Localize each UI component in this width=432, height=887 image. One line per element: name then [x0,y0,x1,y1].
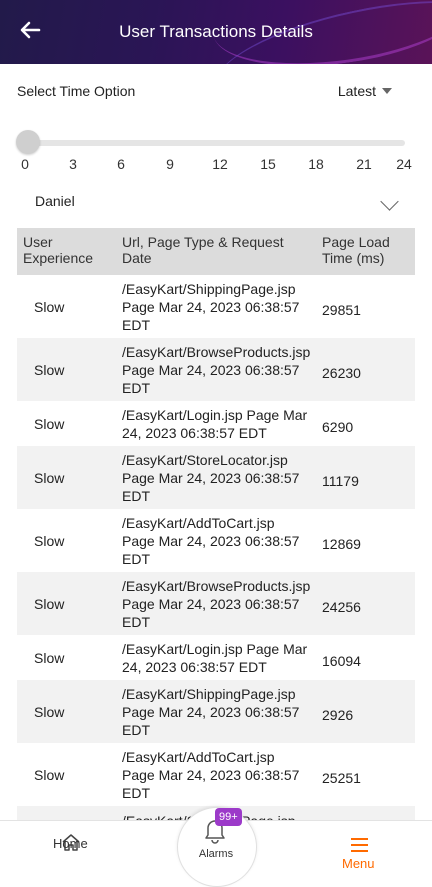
url-cell: /EasyKart/Login.jsp Page Mar 24, 2023 06… [122,406,308,441]
table-row[interactable]: Slow/EasyKart/AddToCart.jsp Page Mar 24,… [17,743,415,806]
load-time-cell: 11179 [322,472,359,489]
table-header: User Experience Url, Page Type & Request… [17,228,415,275]
experience-cell: Slow [34,649,65,666]
experience-cell: Slow [34,361,65,378]
caret-down-icon[interactable] [382,88,392,94]
column-header: User Experience [23,234,94,266]
experience-cell: Slow [34,766,65,783]
experience-cell: Slow [34,595,65,612]
time-option-label: Select Time Option [17,83,136,99]
table-row[interactable]: Slow/EasyKart/BrowseProducts.jsp Page Ma… [17,338,415,401]
time-option-select[interactable]: Latest [338,83,376,99]
load-time-cell: 25251 [322,769,361,786]
menu-nav-label[interactable]: Menu [342,856,375,871]
table-row[interactable]: Slow/EasyKart/Login.jsp Page Mar 24, 202… [17,401,415,446]
app-header: User Transactions Details [0,0,432,64]
time-slider-track[interactable] [27,140,405,146]
slider-tick-label: 0 [21,156,29,172]
url-cell: /EasyKart/StoreLocator.jsp Page Mar 24, … [122,451,300,504]
page-title: User Transactions Details [119,22,313,41]
url-cell: /EasyKart/AddToCart.jsp Page Mar 24, 202… [122,514,300,567]
user-select[interactable]: Daniel [35,193,75,209]
experience-cell: Slow [34,532,65,549]
menu-icon[interactable] [351,838,368,856]
load-time-cell: 6290 [322,418,354,435]
url-cell: /EasyKart/BrowseProducts.jsp Page Mar 24… [122,577,311,630]
experience-cell: Slow [34,298,65,315]
url-cell: /EasyKart/Login.jsp Page Mar 24, 2023 06… [122,640,308,675]
alarms-count-badge: 99+ [215,808,242,826]
load-time-cell: 2926 [322,706,354,723]
slider-tick-label: 9 [166,156,174,172]
url-cell: /EasyKart/AddToCart.jsp Page Mar 24, 202… [122,748,300,801]
slider-tick-label: 24 [396,156,412,172]
table-row[interactable]: Slow/EasyKart/BrowseProducts.jsp Page Ma… [17,572,415,635]
url-cell: /EasyKart/ShippingPage.jsp Page Mar 24, … [122,685,300,738]
table-row[interactable]: Slow/EasyKart/ShippingPage.jsp Page Mar … [17,680,415,743]
column-header: Url, Page Type & Request Date [122,234,284,266]
experience-cell: Slow [34,469,65,486]
url-cell: /EasyKart/BrowseProducts.jsp Page Mar 24… [122,343,311,396]
experience-cell: Slow [34,703,65,720]
experience-cell: Slow [34,415,65,432]
table-row[interactable]: Slow/EasyKart/Login.jsp Page Mar 24, 202… [17,635,415,680]
slider-tick-label: 18 [308,156,324,172]
url-cell: /EasyKart/ShippingPage.jsp Page Mar 24, … [122,280,300,333]
chevron-down-icon[interactable] [380,192,399,211]
slider-tick-label: 3 [69,156,77,172]
column-header: Page Load Time (ms) [322,234,390,266]
slider-tick-label: 15 [260,156,276,172]
load-time-cell: 29851 [322,301,361,318]
load-time-cell: 24256 [322,598,361,615]
time-slider-thumb[interactable] [16,130,40,154]
table-row[interactable]: Slow/EasyKart/StoreLocator.jsp Page Mar … [17,446,415,509]
slider-tick-label: 6 [117,156,125,172]
table-row[interactable]: Slow/EasyKart/ShippingPage.jsp Page Mar … [17,275,415,338]
table-body: Slow/EasyKart/ShippingPage.jsp Page Mar … [17,275,415,836]
load-time-cell: 12869 [322,535,361,552]
load-time-cell: 26230 [322,364,361,381]
load-time-cell: 16094 [322,652,361,669]
slider-tick-label: 12 [212,156,228,172]
transactions-table: User Experience Url, Page Type & Request… [17,228,415,836]
slider-tick-label: 21 [356,156,372,172]
table-row[interactable]: Slow/EasyKart/AddToCart.jsp Page Mar 24,… [17,509,415,572]
